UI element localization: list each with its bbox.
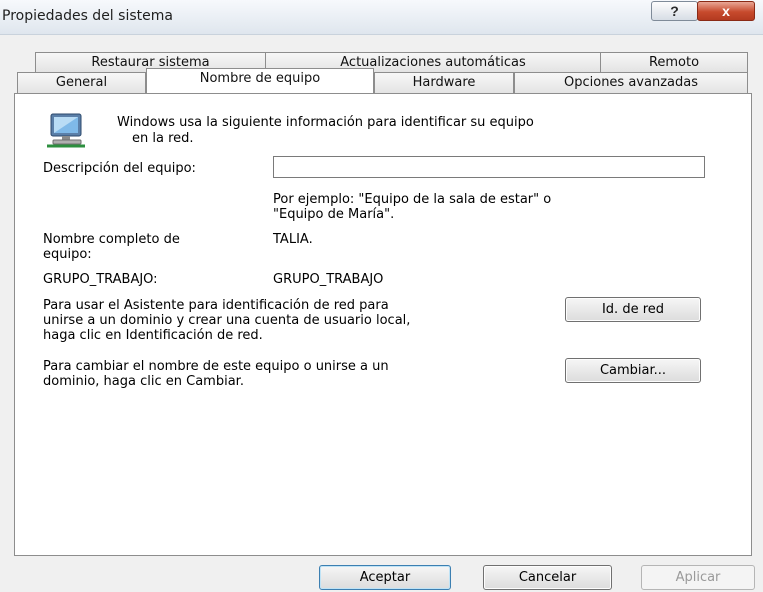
- network-id-text-line1: Para usar el Asistente para identificaci…: [43, 298, 389, 313]
- close-button[interactable]: x: [697, 1, 755, 21]
- cancel-button-label: Cancelar: [518, 570, 577, 585]
- tab-nombre-de-equipo[interactable]: Nombre de equipo: [146, 68, 374, 93]
- change-button[interactable]: Cambiar...: [565, 358, 701, 383]
- apply-button[interactable]: Aplicar: [641, 565, 755, 590]
- tab-label: Hardware: [412, 75, 476, 90]
- tab-general[interactable]: General: [17, 72, 146, 94]
- intro-text-line1: Windows usa la siguiente información par…: [117, 115, 534, 130]
- window-title: Propiedades del sistema: [2, 8, 173, 24]
- cancel-button[interactable]: Cancelar: [483, 565, 612, 590]
- workgroup-label: GRUPO_TRABAJO:: [43, 272, 158, 287]
- tab-hardware[interactable]: Hardware: [374, 72, 514, 94]
- ok-button-label: Aceptar: [359, 570, 411, 585]
- system-properties-dialog: Propiedades del sistema ? x Restaurar si…: [0, 0, 763, 592]
- change-text-line1: Para cambiar el nombre de este equipo o …: [43, 359, 389, 374]
- network-id-text-line3: haga clic en Identificación de red.: [43, 328, 263, 343]
- description-example-line2: "Equipo de María".: [273, 207, 395, 222]
- apply-button-label: Aplicar: [675, 570, 721, 585]
- intro-text-line2: en la red.: [132, 131, 194, 146]
- full-name-label-line1: Nombre completo de: [43, 232, 180, 247]
- description-label: Descripción del equipo:: [43, 161, 196, 176]
- tab-label: Opciones avanzadas: [564, 75, 698, 90]
- network-id-button-label: Id. de red: [601, 302, 665, 317]
- full-name-value: TALIA.: [273, 232, 313, 247]
- tab-remoto[interactable]: Remoto: [600, 52, 748, 72]
- tab-label: Nombre de equipo: [199, 71, 321, 86]
- workgroup-value: GRUPO_TRABAJO: [273, 272, 384, 287]
- title-bar: Propiedades del sistema ? x: [0, 0, 763, 35]
- close-icon: x: [722, 3, 730, 19]
- change-button-label: Cambiar...: [599, 363, 667, 378]
- change-text-line2: dominio, haga clic en Cambiar.: [43, 374, 244, 389]
- computer-network-icon: [47, 113, 85, 148]
- full-name-label-line2: equipo:: [43, 247, 92, 262]
- tab-label: General: [55, 75, 108, 90]
- tab-opciones-avanzadas[interactable]: Opciones avanzadas: [514, 72, 748, 94]
- tab-content-panel: Windows usa la siguiente información par…: [14, 93, 752, 556]
- description-example-line1: Por ejemplo: "Equipo de la sala de estar…: [273, 192, 552, 207]
- network-id-button[interactable]: Id. de red: [565, 297, 701, 322]
- description-input[interactable]: [273, 156, 705, 178]
- network-id-text-line2: unirse a un dominio y crear una cuenta d…: [43, 313, 411, 328]
- help-button[interactable]: ?: [651, 1, 698, 21]
- help-icon: ?: [670, 3, 679, 19]
- tab-label: Remoto: [648, 55, 700, 70]
- ok-button[interactable]: Aceptar: [319, 565, 451, 590]
